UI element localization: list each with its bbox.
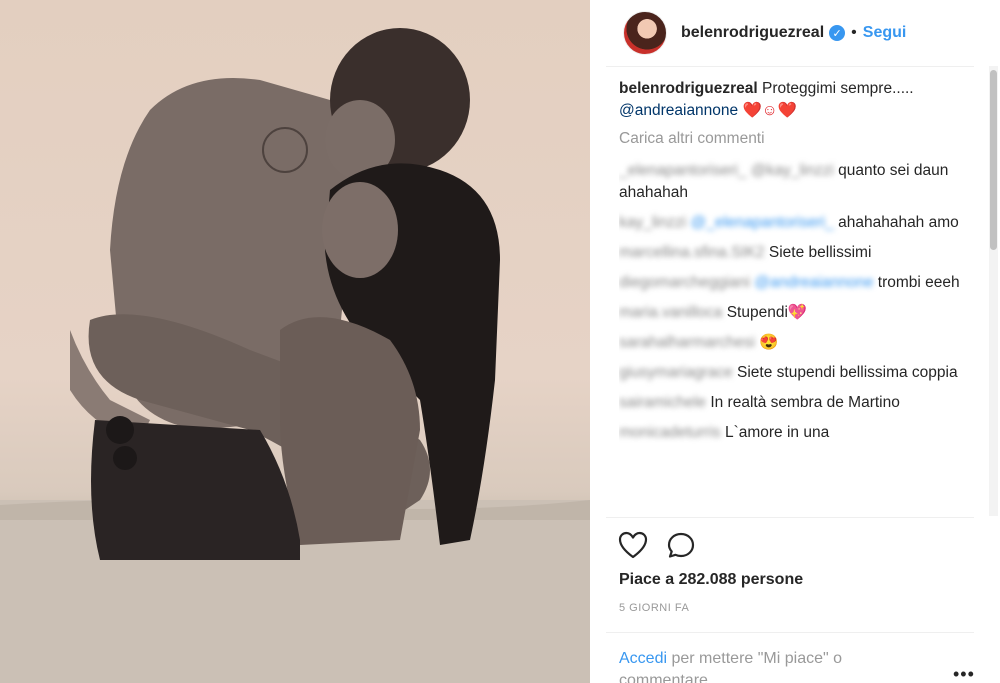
caption-text: Proteggimi sempre..... — [762, 80, 914, 97]
comment-text: 😍 — [755, 334, 779, 351]
verified-badge-icon: ✓ — [829, 25, 846, 41]
speech-bubble-icon[interactable] — [666, 531, 696, 559]
comment-mention[interactable]: @andreaiannone — [754, 274, 873, 291]
login-prompt: Accedi per mettere "Mi piace" o commenta… — [619, 648, 919, 683]
comment-text: In realtà sembra de Martino — [706, 394, 900, 411]
comment-username[interactable]: kay_linzzi — [619, 214, 686, 231]
comment-text: ahahahahah amo — [833, 214, 959, 231]
comment-item: giusymariagrace Siete stupendi bellissim… — [619, 362, 974, 384]
footer-divider — [606, 632, 974, 633]
comment-text: Siete bellissimi — [764, 244, 872, 261]
comment-item: kay_linzzi @_elenapantoriseri_ ahahahaha… — [619, 212, 974, 234]
more-options-button[interactable]: ••• — [953, 664, 975, 683]
comment-item: marcellina.sfina.SIK2 Siete bellissimi — [619, 242, 974, 264]
load-more-comments-button[interactable]: Carica altri commenti — [619, 128, 974, 150]
post-caption: belenrodriguezreal Proteggimi sempre....… — [619, 78, 974, 122]
comment-text: L`amore in una — [720, 424, 830, 441]
comment-text: Siete stupendi bellissima coppia — [732, 364, 958, 381]
comment-username[interactable]: diegomarcheggiani — [619, 274, 750, 291]
comment-text: trombi eeeh — [873, 274, 960, 291]
separator-dot: • — [851, 24, 857, 41]
comments-list[interactable]: belenrodriguezreal Proteggimi sempre....… — [619, 78, 974, 516]
comments-scrollbar[interactable] — [989, 66, 998, 516]
comment-username[interactable]: _elenapantoriseri_ @kay_linzzi — [619, 162, 834, 179]
username-link[interactable]: belenrodriguezreal — [681, 24, 824, 42]
comment-item: sarahalharmarchesi 😍 — [619, 332, 974, 354]
post-sidebar: belenrodriguezreal ✓ • Segui belenrodrig… — [590, 0, 1000, 683]
post-timestamp: 5 GIORNI FA — [619, 602, 690, 614]
actions-divider — [606, 517, 974, 518]
post-photo[interactable] — [0, 0, 590, 683]
comment-item: diegomarcheggiani @andreaiannone trombi … — [619, 272, 974, 294]
avatar[interactable] — [623, 11, 667, 55]
comment-item: monicadeturris L`amore in una — [619, 422, 974, 444]
comment-item: sairamichele In realtà sembra de Martino — [619, 392, 974, 414]
heart-outline-icon[interactable] — [618, 531, 648, 559]
comment-username[interactable]: maria.vanilloca — [619, 304, 722, 321]
caption-mention[interactable]: @andreaiannone — [619, 102, 738, 119]
comment-text: Stupendi💖 — [722, 304, 808, 321]
comment-username[interactable]: sarahalharmarchesi — [619, 334, 755, 351]
caption-username[interactable]: belenrodriguezreal — [619, 80, 758, 97]
post-actions — [618, 531, 696, 559]
comment-mention[interactable]: @_elenapantoriseri_ — [691, 214, 834, 231]
comment-username[interactable]: marcellina.sfina.SIK2 — [619, 244, 765, 261]
comment-username[interactable]: monicadeturris — [619, 424, 721, 441]
login-link[interactable]: Accedi — [619, 650, 667, 667]
post-header: belenrodriguezreal ✓ • Segui — [590, 0, 1000, 66]
comment-username[interactable]: giusymariagrace — [619, 364, 733, 381]
couple-photo-illustration — [0, 28, 590, 683]
caption-emoji: ❤️☺❤️ — [742, 102, 797, 119]
header-divider — [606, 66, 974, 67]
comment-item: _elenapantoriseri_ @kay_linzzi quanto se… — [619, 160, 974, 204]
comment-item: maria.vanilloca Stupendi💖 — [619, 302, 974, 324]
comment-username[interactable]: sairamichele — [619, 394, 706, 411]
likes-count[interactable]: Piace a 282.088 persone — [619, 571, 803, 589]
scrollbar-thumb[interactable] — [990, 70, 997, 250]
follow-button[interactable]: Segui — [863, 24, 907, 42]
